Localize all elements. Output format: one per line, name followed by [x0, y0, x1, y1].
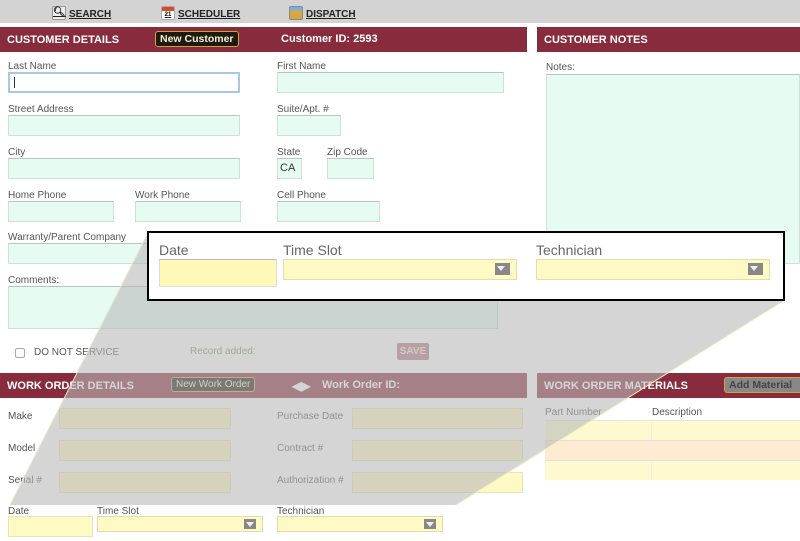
work-phone-input[interactable] — [135, 201, 241, 222]
chevron-down-icon — [748, 263, 763, 275]
callout-time-slot-select[interactable] — [283, 259, 517, 280]
purchase-date-input[interactable] — [352, 408, 523, 429]
callout-time-slot-label: Time Slot — [283, 242, 342, 258]
technician-select[interactable] — [277, 516, 443, 532]
home-phone-input[interactable] — [8, 201, 114, 222]
suite-label: Suite/Apt. # — [277, 104, 329, 115]
do-not-service-checkbox[interactable] — [15, 348, 25, 358]
add-material-button[interactable]: Add Material — [724, 377, 800, 393]
chevron-down-icon — [424, 519, 436, 529]
comments-label: Comments: — [8, 275, 60, 286]
last-name-input[interactable] — [8, 72, 240, 93]
section-title: CUSTOMER NOTES — [544, 33, 648, 46]
top-nav: 🔍︎ SEARCH 21 SCHEDULER DISPATCH — [0, 0, 800, 25]
column-header: Description — [652, 407, 703, 418]
clipboard-icon — [289, 6, 303, 20]
callout-technician-label: Technician — [536, 242, 603, 258]
table-row[interactable] — [545, 460, 800, 480]
serial-label: Serial # — [8, 475, 42, 486]
contract-input[interactable] — [352, 440, 523, 461]
status-text: Record added: — [190, 346, 256, 357]
calendar-icon: 21 — [161, 6, 175, 20]
work-order-id: Work Order ID: — [322, 379, 401, 391]
callout-date-label: Date — [159, 242, 189, 258]
materials-table — [545, 420, 800, 480]
callout-date-input[interactable] — [159, 259, 277, 287]
customer-details-header: CUSTOMER DETAILS New Customer Customer I… — [0, 27, 527, 52]
nav-dispatch-label: DISPATCH — [306, 9, 356, 20]
nav-scheduler-label: SCHEDULER — [178, 9, 241, 20]
cell-phone-input[interactable] — [277, 201, 380, 222]
serial-input[interactable] — [59, 472, 231, 493]
city-input[interactable] — [8, 158, 240, 179]
new-customer-button[interactable]: New Customer — [155, 31, 239, 47]
prev-next-arrows-icon[interactable]: ◀▶ — [292, 379, 310, 393]
work-order-header: WORK ORDER DETAILS New Work Order ◀▶ Wor… — [0, 373, 527, 398]
model-input[interactable] — [59, 440, 231, 461]
customer-id: Customer ID: 2593 — [281, 33, 378, 45]
table-row[interactable] — [545, 420, 800, 440]
notes-label: Notes: — [546, 62, 575, 73]
date-input[interactable] — [8, 516, 93, 537]
contract-label: Contract # — [277, 443, 324, 454]
street-address-input[interactable] — [8, 115, 240, 136]
street-address-label: Street Address — [8, 104, 74, 115]
zip-input[interactable] — [327, 158, 374, 179]
nav-search-label: SEARCH — [69, 9, 112, 20]
materials-header: WORK ORDER MATERIALS Add Material — [537, 373, 800, 398]
home-phone-label: Home Phone — [8, 190, 67, 201]
city-label: City — [8, 147, 26, 158]
suite-input[interactable] — [277, 115, 341, 136]
callout-technician-select[interactable] — [536, 259, 770, 280]
make-label: Make — [8, 411, 33, 422]
do-not-service-label: DO NOT SERVICE — [34, 347, 120, 358]
authorization-label: Authorization # — [277, 475, 344, 486]
table-row[interactable] — [545, 440, 800, 460]
column-header: Part Number — [545, 407, 602, 418]
cell-phone-label: Cell Phone — [277, 190, 326, 201]
section-title: WORK ORDER MATERIALS — [544, 379, 689, 392]
section-title: WORK ORDER DETAILS — [7, 379, 134, 392]
new-work-order-button[interactable]: New Work Order — [171, 377, 256, 392]
customer-notes-header: CUSTOMER NOTES — [537, 27, 800, 52]
last-name-label: Last Name — [8, 61, 57, 72]
authorization-input[interactable] — [352, 472, 523, 493]
nav-scheduler[interactable]: 21 SCHEDULER — [161, 6, 240, 20]
work-phone-label: Work Phone — [135, 190, 190, 201]
model-label: Model — [8, 443, 36, 454]
chevron-down-icon — [495, 263, 510, 275]
state-input[interactable]: CA — [277, 158, 302, 179]
first-name-label: First Name — [277, 61, 326, 72]
time-slot-select[interactable] — [97, 516, 263, 532]
warranty-label: Warranty/Parent Company — [8, 232, 127, 243]
first-name-input[interactable] — [277, 72, 504, 93]
state-label: State — [277, 147, 301, 158]
make-input[interactable] — [59, 408, 231, 429]
nav-dispatch[interactable]: DISPATCH — [289, 6, 356, 20]
purchase-date-label: Purchase Date — [277, 411, 344, 422]
chevron-down-icon — [244, 519, 256, 529]
save-button[interactable]: SAVE — [397, 343, 429, 360]
zoom-callout-box: Date Time Slot Technician — [147, 231, 785, 301]
section-title: CUSTOMER DETAILS — [7, 33, 120, 46]
zip-label: Zip Code — [327, 147, 368, 158]
magnifier-icon: 🔍︎ — [52, 6, 66, 20]
nav-search[interactable]: 🔍︎ SEARCH — [52, 6, 111, 20]
